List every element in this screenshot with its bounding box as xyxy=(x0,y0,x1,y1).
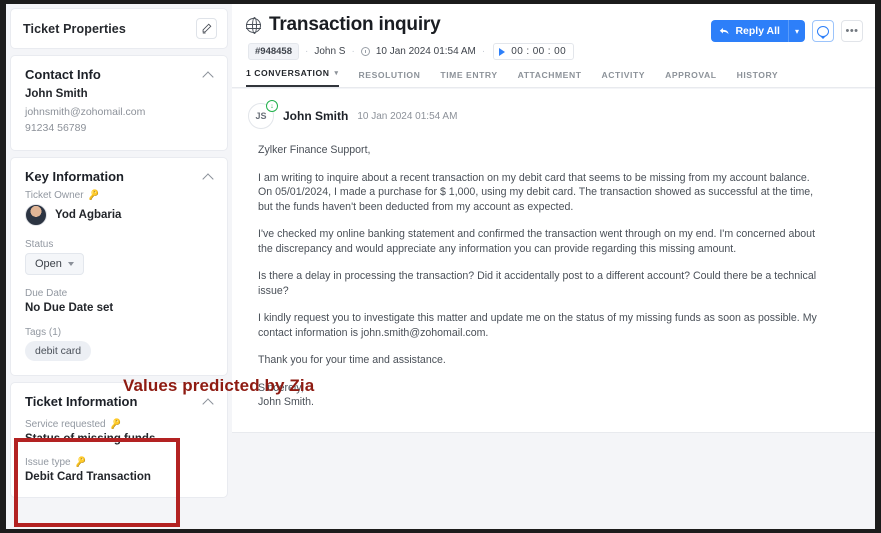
zia-key-icon: 🔑 xyxy=(86,189,100,201)
tab-approval[interactable]: APPROVAL xyxy=(665,70,717,87)
tab-attachment[interactable]: ATTACHMENT xyxy=(518,70,582,87)
ticket-owner-label: Ticket Owner 🔑 xyxy=(25,189,213,201)
ticket-header: Transaction inquiry #948458 · John S · 1… xyxy=(232,4,875,88)
ticket-owner-row[interactable]: Yod Agbaria xyxy=(25,204,213,226)
tab-conversation-label: 1 CONVERSATION xyxy=(246,68,330,78)
more-options-button[interactable]: ••• xyxy=(841,20,863,42)
time-tracker[interactable]: 00 : 00 : 00 xyxy=(493,43,575,60)
edit-properties-button[interactable] xyxy=(196,18,217,39)
requester-name[interactable]: John S xyxy=(314,46,345,57)
meta-separator: · xyxy=(481,46,486,57)
reply-all-button[interactable]: Reply All ▾ xyxy=(711,20,805,42)
chevron-down-icon xyxy=(67,262,74,266)
message-paragraph: I've checked my online banking statement… xyxy=(258,228,816,255)
contact-info-header[interactable]: Contact Info xyxy=(11,56,227,88)
globe-icon xyxy=(245,17,261,35)
zia-key-icon: 🔑 xyxy=(73,456,87,468)
issue-type-label: Issue type 🔑 xyxy=(25,456,213,468)
service-requested-label: Service requested 🔑 xyxy=(25,418,213,430)
add-comment-button[interactable] xyxy=(812,20,834,42)
message-signature: Sincerely, John Smith. xyxy=(258,381,314,409)
message-paragraph: I am writing to inquire about a recent t… xyxy=(258,171,814,213)
contact-phone: 91234 56789 xyxy=(25,122,87,134)
ticket-properties-title: Ticket Properties xyxy=(23,21,126,36)
issue-type-field: Issue type 🔑 Debit Card Transaction xyxy=(25,456,213,483)
timer-value: 00 : 00 : 00 xyxy=(511,46,567,57)
reply-all-caret[interactable]: ▾ xyxy=(787,20,805,42)
key-information-body: Ticket Owner 🔑 Yod Agbaria Status Open D… xyxy=(11,189,227,375)
ticket-tabs: 1 CONVERSATION ▾ RESOLUTION TIME ENTRY A… xyxy=(232,68,778,87)
reply-all-label: Reply All xyxy=(735,25,780,37)
ticket-information-title: Ticket Information xyxy=(25,394,138,409)
message-header: JS ↓ John Smith 10 Jan 2024 01:54 AM xyxy=(248,100,855,129)
message-body: Zylker Finance Support, I am writing to … xyxy=(248,143,818,410)
tab-resolution[interactable]: RESOLUTION xyxy=(359,70,421,87)
ticket-properties-card: Ticket Properties xyxy=(10,8,228,49)
service-requested-label-text: Service requested xyxy=(25,419,106,430)
status-value: Open xyxy=(35,258,62,270)
message-timestamp: 10 Jan 2024 01:54 AM xyxy=(357,110,458,122)
due-date-value[interactable]: No Due Date set xyxy=(25,302,213,314)
tab-activity[interactable]: ACTIVITY xyxy=(602,70,646,87)
issue-type-label-text: Issue type xyxy=(25,457,71,468)
service-requested-value[interactable]: Status of missing funds xyxy=(25,433,213,445)
created-timestamp: 10 Jan 2024 01:54 AM xyxy=(375,46,476,57)
incoming-badge-icon: ↓ xyxy=(266,100,278,112)
reply-all-main[interactable]: Reply All xyxy=(711,25,788,37)
message-paragraph: Zylker Finance Support, xyxy=(258,144,371,156)
issue-type-value[interactable]: Debit Card Transaction xyxy=(25,471,213,483)
app-window: Ticket Properties Contact Info John Smit… xyxy=(6,4,875,529)
contact-name: John Smith xyxy=(25,88,88,100)
ticket-meta-row: #948458 · John S · 10 Jan 2024 01:54 AM … xyxy=(246,43,861,60)
ticket-properties-sidebar: Ticket Properties Contact Info John Smit… xyxy=(6,4,232,529)
clock-icon xyxy=(360,47,370,56)
key-information-title: Key Information xyxy=(25,169,124,184)
play-icon[interactable] xyxy=(499,47,506,56)
meta-separator: · xyxy=(351,46,355,57)
page-title: Transaction inquiry xyxy=(269,14,441,35)
status-dropdown[interactable]: Open xyxy=(25,253,84,275)
ellipsis-icon: ••• xyxy=(845,25,859,37)
avatar xyxy=(25,204,47,226)
message-paragraph: Thank you for your time and assistance. xyxy=(258,354,446,366)
message-paragraph: Is there a delay in processing the trans… xyxy=(258,270,817,297)
chevron-down-icon[interactable]: ▾ xyxy=(334,69,338,77)
chevron-up-icon[interactable] xyxy=(203,171,215,183)
tag-chip[interactable]: debit card xyxy=(25,341,92,361)
zia-annotation-label: Values predicted by Zia xyxy=(123,376,315,395)
tab-conversation[interactable]: 1 CONVERSATION ▾ xyxy=(246,68,339,87)
ticket-information-card: Ticket Information Service requested 🔑 S… xyxy=(10,382,228,498)
status-label: Status xyxy=(25,239,54,250)
service-requested-field: Service requested 🔑 Status of missing fu… xyxy=(25,418,213,445)
header-actions: Reply All ▾ ••• xyxy=(711,20,863,42)
message-avatar-wrap: JS ↓ xyxy=(248,100,278,129)
contact-info-card: Contact Info John Smith johnsmith@zohoma… xyxy=(10,55,228,151)
ticket-detail-main: Transaction inquiry #948458 · John S · 1… xyxy=(232,4,875,529)
chevron-up-icon[interactable] xyxy=(203,69,215,81)
contact-info-title: Contact Info xyxy=(25,67,101,82)
chat-bubble-icon xyxy=(817,25,829,39)
message-paragraph: I kindly request you to investigate this… xyxy=(258,312,817,339)
pencil-icon xyxy=(202,23,212,34)
due-date-label: Due Date xyxy=(25,288,68,299)
zia-key-icon: 🔑 xyxy=(108,418,122,430)
contact-email[interactable]: johnsmith@zohomail.com xyxy=(25,104,213,120)
contact-info-body: John Smith johnsmith@zohomail.com 91234 … xyxy=(11,88,227,150)
message-sender: John Smith xyxy=(283,109,349,123)
ticket-owner-label-text: Ticket Owner xyxy=(25,190,84,201)
chevron-up-icon[interactable] xyxy=(203,396,215,408)
ticket-properties-header: Ticket Properties xyxy=(11,9,227,48)
tab-history[interactable]: HISTORY xyxy=(737,70,779,87)
tab-time-entry[interactable]: TIME ENTRY xyxy=(440,70,497,87)
key-information-header[interactable]: Key Information xyxy=(11,158,227,190)
tags-label: Tags (1) xyxy=(25,327,62,338)
meta-separator: · xyxy=(304,46,309,57)
ticket-id-badge[interactable]: #948458 xyxy=(248,43,299,60)
ticket-information-body: Service requested 🔑 Status of missing fu… xyxy=(11,415,227,497)
ticket-owner-name: Yod Agbaria xyxy=(55,209,122,221)
key-information-card: Key Information Ticket Owner 🔑 Yod Agbar… xyxy=(10,157,228,376)
conversation-message: JS ↓ John Smith 10 Jan 2024 01:54 AM Zyl… xyxy=(232,89,875,433)
reply-all-icon xyxy=(720,27,729,34)
